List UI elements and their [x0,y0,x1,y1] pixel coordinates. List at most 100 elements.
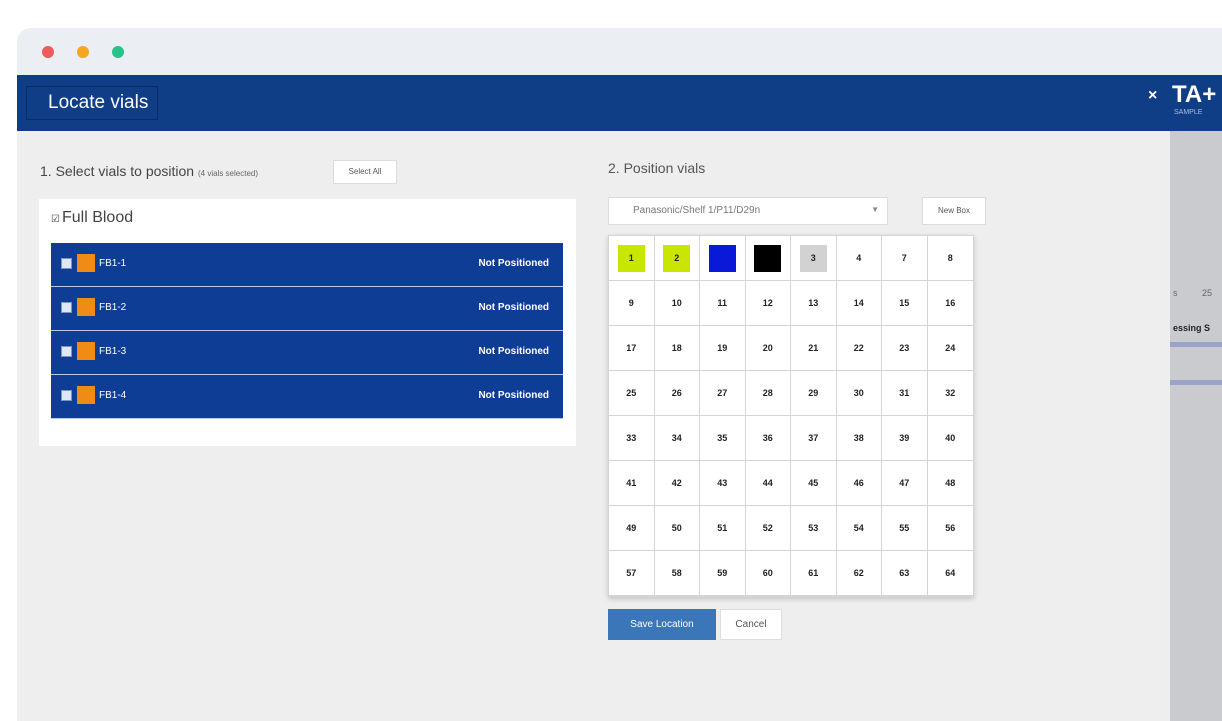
grid-cell[interactable]: 31 [882,371,928,416]
grid-cell[interactable]: 28 [745,371,791,416]
grid-cell[interactable]: 22 [836,326,882,371]
grid-cell[interactable]: 50 [654,506,700,551]
grid-cell[interactable]: 61 [791,551,837,596]
grid-cell[interactable]: 21 [791,326,837,371]
grid-cell[interactable]: 3 [791,236,837,281]
vial-row[interactable]: FB1-1 Not Positioned [51,243,563,287]
cell-label: 63 [899,568,910,578]
vial-color-swatch [77,342,95,360]
grid-cell[interactable]: 1 [609,236,655,281]
vial-row[interactable]: FB1-2 Not Positioned [51,287,563,331]
location-select[interactable]: Panasonic/Shelf 1/P11/D29n ▼ [608,197,888,225]
cell-label: 11 [717,298,727,308]
grid-cell[interactable]: 18 [654,326,700,371]
cancel-button[interactable]: Cancel [720,609,782,640]
grid-cell[interactable]: 46 [836,461,882,506]
grid-cell[interactable]: 23 [882,326,928,371]
grid-cell[interactable] [745,236,791,281]
cell-label: 57 [626,568,637,578]
grid-cell[interactable]: 24 [927,326,973,371]
grid-cell[interactable]: 42 [654,461,700,506]
grid-cell[interactable]: 64 [927,551,973,596]
vial-group-header[interactable]: ☑ Full Blood [51,209,133,227]
grid-cell[interactable] [700,236,746,281]
vial-row[interactable]: FB1-4 Not Positioned [51,375,563,419]
cell-label: 10 [671,298,682,308]
vial-row[interactable]: FB1-3 Not Positioned [51,331,563,375]
grid-cell[interactable]: 29 [791,371,837,416]
vial-checkbox[interactable] [61,302,72,313]
grid-cell[interactable]: 25 [609,371,655,416]
grid-cell[interactable]: 56 [927,506,973,551]
minimize-window-dot[interactable] [77,46,89,58]
grid-cell[interactable]: 17 [609,326,655,371]
cell-label: 47 [899,478,910,488]
cell-label: 60 [762,568,773,578]
grid-cell[interactable]: 51 [700,506,746,551]
grid-cell[interactable]: 60 [745,551,791,596]
grid-cell[interactable]: 58 [654,551,700,596]
grid-cell[interactable]: 48 [927,461,973,506]
vial-checkbox[interactable] [61,346,72,357]
grid-cell[interactable]: 63 [882,551,928,596]
grid-cell[interactable]: 10 [654,281,700,326]
cell-label: 52 [762,523,773,533]
grid-cell[interactable]: 43 [700,461,746,506]
close-window-dot[interactable] [42,46,54,58]
grid-cell[interactable]: 32 [927,371,973,416]
grid-cell[interactable]: 47 [882,461,928,506]
cell-label: 36 [762,433,773,443]
grid-cell[interactable]: 35 [700,416,746,461]
group-checkbox-icon[interactable]: ☑ [51,214,60,225]
vial-checkbox[interactable] [61,390,72,401]
grid-cell[interactable]: 27 [700,371,746,416]
cell-label: 15 [899,298,910,308]
maximize-window-dot[interactable] [112,46,124,58]
grid-cell[interactable]: 20 [745,326,791,371]
select-all-button[interactable]: Select All [333,160,397,184]
grid-cell[interactable]: 16 [927,281,973,326]
grid-cell[interactable]: 40 [927,416,973,461]
new-box-button[interactable]: New Box [922,197,986,225]
grid-cell[interactable]: 59 [700,551,746,596]
cell-label: 9 [628,298,634,308]
grid-cell[interactable]: 53 [791,506,837,551]
grid-cell[interactable]: 19 [700,326,746,371]
grid-cell[interactable]: 9 [609,281,655,326]
cell-label: 7 [901,253,907,263]
grid-cell[interactable]: 15 [882,281,928,326]
cell-label: 40 [945,433,956,443]
grid-cell[interactable]: 55 [882,506,928,551]
grid-cell[interactable]: 34 [654,416,700,461]
grid-cell[interactable]: 38 [836,416,882,461]
grid-cell[interactable]: 12 [745,281,791,326]
cell-label: 19 [717,343,728,353]
grid-cell[interactable]: 62 [836,551,882,596]
grid-cell[interactable]: 41 [609,461,655,506]
grid-cell[interactable]: 52 [745,506,791,551]
grid-cell[interactable]: 26 [654,371,700,416]
grid-cell[interactable]: 13 [791,281,837,326]
cell-label: 49 [626,523,637,533]
grid-cell[interactable]: 33 [609,416,655,461]
grid-cell[interactable]: 4 [836,236,882,281]
grid-cell[interactable]: 30 [836,371,882,416]
grid-cell[interactable]: 45 [791,461,837,506]
grid-cell[interactable]: 2 [654,236,700,281]
vial-checkbox[interactable] [61,258,72,269]
box-position-grid: 1 2 3 4 7 8 9 10 11 12 13 14 15 16 17 18 19 20 21 22 23 24 25 2… [608,235,974,597]
grid-cell[interactable]: 39 [882,416,928,461]
grid-cell[interactable]: 57 [609,551,655,596]
grid-cell[interactable]: 44 [745,461,791,506]
grid-cell[interactable]: 54 [836,506,882,551]
grid-cell[interactable]: 49 [609,506,655,551]
save-location-button[interactable]: Save Location [608,609,716,640]
cell-label: 17 [626,343,637,353]
grid-cell[interactable]: 8 [927,236,973,281]
grid-cell[interactable]: 11 [700,281,746,326]
grid-cell[interactable]: 14 [836,281,882,326]
grid-cell[interactable]: 37 [791,416,837,461]
grid-cell[interactable]: 36 [745,416,791,461]
close-icon[interactable]: × [1148,87,1157,105]
grid-cell[interactable]: 7 [882,236,928,281]
